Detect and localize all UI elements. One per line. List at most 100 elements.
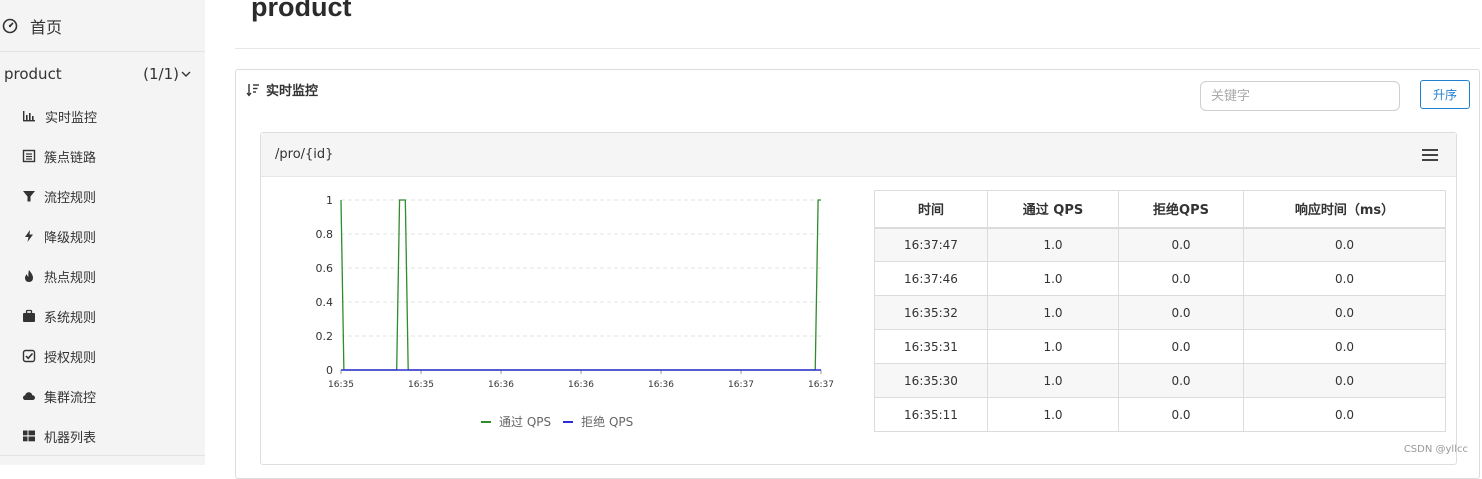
- cell-time: 16:37:47: [874, 227, 988, 262]
- y-tick-label: 0.4: [316, 296, 334, 309]
- flash-icon: [25, 230, 33, 242]
- legend-item-pass-qps[interactable]: 通过 QPS: [481, 413, 551, 430]
- cell-time: 16:35:30: [874, 363, 988, 398]
- grid-icon: [23, 430, 35, 442]
- title-divider: [235, 48, 1480, 49]
- table-row: 16:35:31 1.0 0.0 0.0: [874, 329, 1446, 364]
- menu-label: 机器列表: [44, 430, 97, 446]
- table-header-row: 时间 通过 QPS 拒绝QPS 响应时间（ms）: [874, 190, 1446, 229]
- x-tick-label: 16:36: [488, 380, 514, 390]
- monitor-panel: 实时监控 升序 /pro/{id} 0 0.2 0.4 0.6 0.8 1 16:35 16:…: [235, 69, 1480, 479]
- sidebar-item-degrade-rules[interactable]: 降级规则: [0, 216, 205, 256]
- app-count-wrap: (1/1): [143, 65, 191, 83]
- x-tick-label: 16:35: [328, 380, 354, 390]
- page-title: product: [251, 0, 352, 22]
- qps-line-chart: 0 0.2 0.4 0.6 0.8 1 16:35 16:35 16:36 16:36 16:36 1…: [316, 194, 834, 390]
- sidebar-item-realtime-monitor[interactable]: 实时监控: [0, 96, 205, 136]
- table-row: 16:35:32 1.0 0.0 0.0: [874, 295, 1446, 330]
- keyword-search-input[interactable]: [1200, 81, 1400, 111]
- sort-ascending-button[interactable]: 升序: [1420, 80, 1470, 109]
- panel-header: 实时监控: [246, 80, 318, 99]
- fire-icon: [25, 270, 33, 282]
- cell-time: 16:35:11: [874, 397, 988, 432]
- dashboard-icon: [2, 18, 18, 33]
- menu-label: 簇点链路: [44, 150, 97, 166]
- y-tick-label: 0.6: [316, 262, 334, 275]
- cell-block-qps: 0.0: [1118, 295, 1244, 330]
- col-header-time: 时间: [874, 190, 988, 229]
- resource-name: /pro/{id}: [275, 147, 334, 162]
- cell-block-qps: 0.0: [1118, 397, 1244, 432]
- sidebar-divider: [0, 455, 205, 456]
- sidebar-item-system-rules[interactable]: 系统规则: [0, 296, 205, 336]
- x-tick-label: 16:37: [808, 380, 834, 390]
- menu-label: 热点规则: [44, 270, 97, 286]
- cloud-icon: [23, 392, 35, 400]
- cell-pass-qps: 1.0: [987, 329, 1119, 364]
- x-tick-label: 16:35: [408, 380, 434, 390]
- sidebar: 首页 product (1/1) 实时监控 簇点链路 流控规则 降级规则 热点规…: [0, 0, 205, 465]
- check-square-icon: [22, 349, 36, 363]
- sidebar-item-home[interactable]: 首页: [0, 0, 205, 52]
- x-tick-label: 16:36: [568, 380, 594, 390]
- table-row: 16:37:46 1.0 0.0 0.0: [874, 261, 1446, 296]
- home-label: 首页: [30, 17, 63, 37]
- menu-label: 降级规则: [44, 230, 97, 246]
- table-row: 16:35:30 1.0 0.0 0.0: [874, 363, 1446, 398]
- cell-block-qps: 0.0: [1118, 363, 1244, 398]
- legend-label-block: 拒绝 QPS: [581, 415, 634, 429]
- col-header-block-qps: 拒绝QPS: [1118, 190, 1244, 229]
- cell-block-qps: 0.0: [1118, 227, 1244, 262]
- legend-swatch-block: [563, 420, 574, 423]
- hamburger-menu-icon[interactable]: [1422, 148, 1438, 161]
- chart-legend: 通过 QPS 拒绝 QPS: [481, 413, 633, 430]
- col-header-pass-qps: 通过 QPS: [987, 190, 1119, 229]
- menu-label: 流控规则: [44, 190, 97, 206]
- sidebar-item-machine-list[interactable]: 机器列表: [0, 416, 205, 456]
- cell-rt: 0.0: [1243, 261, 1446, 296]
- sort-amount-icon: [246, 83, 259, 97]
- table-row: 16:37:47 1.0 0.0 0.0: [874, 227, 1446, 262]
- cell-pass-qps: 1.0: [987, 363, 1119, 398]
- sidebar-item-flow-rules[interactable]: 流控规则: [0, 176, 205, 216]
- cell-rt: 0.0: [1243, 363, 1446, 398]
- menu-label: 集群流控: [44, 390, 97, 406]
- app-name: product: [4, 65, 62, 83]
- y-tick-label: 0.2: [316, 330, 334, 343]
- y-tick-label: 1: [326, 194, 333, 207]
- cell-pass-qps: 1.0: [987, 295, 1119, 330]
- x-tick-label: 16:37: [728, 380, 754, 390]
- briefcase-icon: [23, 309, 35, 322]
- cell-time: 16:37:46: [874, 261, 988, 296]
- sidebar-item-cluster-chain[interactable]: 簇点链路: [0, 136, 205, 176]
- cell-block-qps: 0.0: [1118, 329, 1244, 364]
- cell-rt: 0.0: [1243, 397, 1446, 432]
- x-tick-label: 16:36: [648, 380, 674, 390]
- sidebar-item-hotspot-rules[interactable]: 热点规则: [0, 256, 205, 296]
- app-count: (1/1): [143, 65, 179, 83]
- metrics-table: 时间 通过 QPS 拒绝QPS 响应时间（ms） 16:37:47 1.0 0.…: [874, 190, 1446, 432]
- cell-pass-qps: 1.0: [987, 261, 1119, 296]
- cell-rt: 0.0: [1243, 329, 1446, 364]
- list-icon: [22, 149, 36, 163]
- watermark: CSDN @yllcc: [1403, 444, 1468, 455]
- sidebar-item-cluster-flow[interactable]: 集群流控: [0, 376, 205, 416]
- table-row: 16:35:11 1.0 0.0 0.0: [874, 397, 1446, 432]
- resource-card: /pro/{id} 0 0.2 0.4 0.6 0.8 1 16:35 16:35 16:36 1…: [260, 132, 1457, 465]
- menu-label: 实时监控: [45, 110, 98, 126]
- legend-swatch-pass: [481, 420, 491, 423]
- app-selector[interactable]: product (1/1): [0, 52, 205, 96]
- cell-rt: 0.0: [1243, 295, 1446, 330]
- sidebar-item-auth-rules[interactable]: 授权规则: [0, 336, 205, 376]
- cell-rt: 0.0: [1243, 227, 1446, 262]
- resource-card-header: /pro/{id}: [261, 133, 1456, 177]
- series-line-pass-qps: [340, 199, 821, 371]
- cell-block-qps: 0.0: [1118, 261, 1244, 296]
- chevron-down-icon: [181, 71, 191, 77]
- legend-item-block-qps[interactable]: 拒绝 QPS: [563, 413, 633, 430]
- bar-chart-icon: [23, 111, 35, 122]
- cell-time: 16:35:32: [874, 295, 988, 330]
- cell-pass-qps: 1.0: [987, 397, 1119, 432]
- col-header-rt: 响应时间（ms）: [1243, 190, 1446, 229]
- cell-pass-qps: 1.0: [987, 227, 1119, 262]
